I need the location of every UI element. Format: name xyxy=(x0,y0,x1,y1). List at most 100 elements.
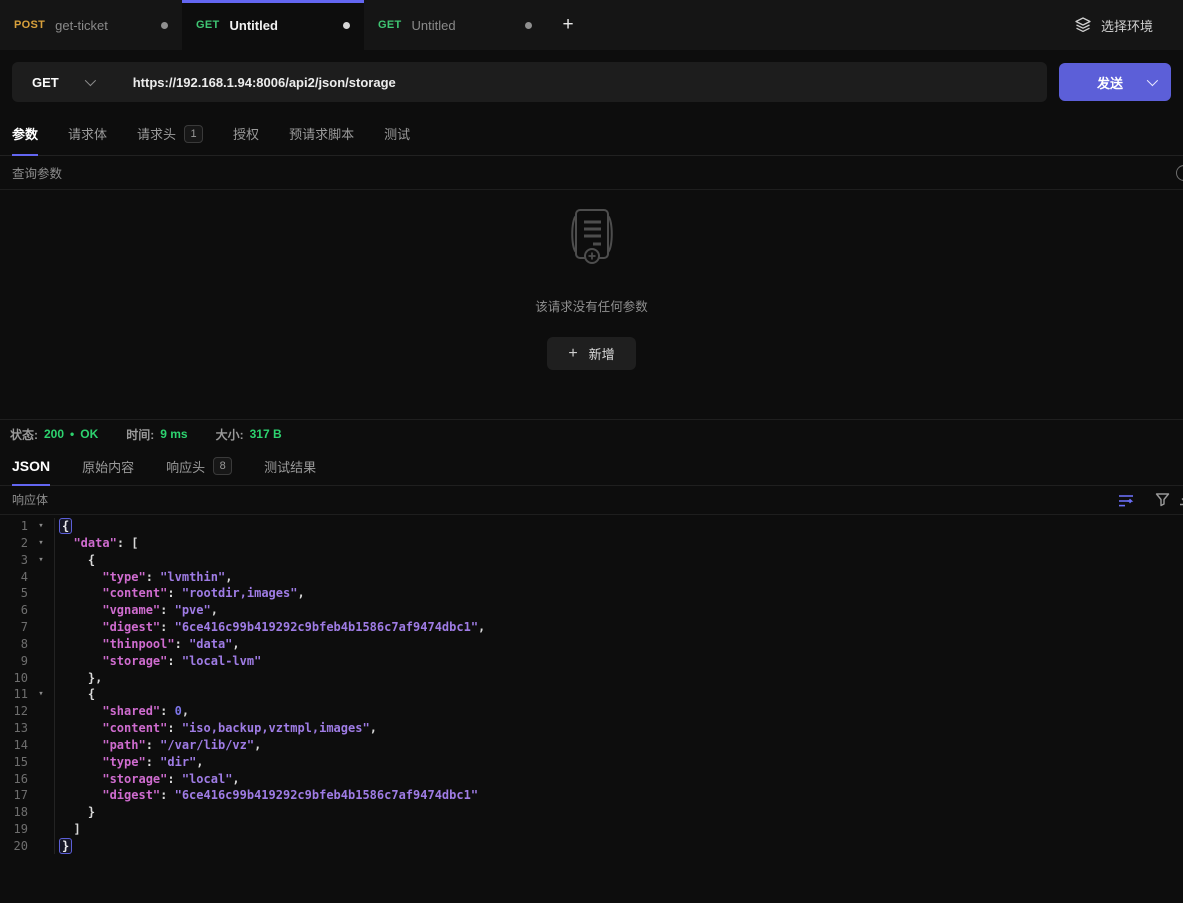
code-lines: 1▾{2▾ "data": [3▾ {4 "type": "lvmthin",5… xyxy=(0,518,1183,855)
line-number: 7 xyxy=(0,620,28,634)
environment-label: 选择环境 xyxy=(1101,16,1153,35)
line-number: 8 xyxy=(0,637,28,651)
line-number: 9 xyxy=(0,654,28,668)
request-tab-untitled-2[interactable]: GET Untitled xyxy=(364,0,546,50)
code-line: 9 "storage": "local-lvm" xyxy=(0,652,1183,669)
environment-selector[interactable]: 选择环境 xyxy=(1074,0,1183,50)
code-content: "type": "lvmthin", xyxy=(54,568,1183,585)
api-client-window: POST get-ticket GET Untitled GET Untitle… xyxy=(0,0,1183,903)
plus-icon: + xyxy=(562,14,573,36)
help-icon[interactable] xyxy=(1176,165,1183,181)
url-container: GET https://192.168.1.94:8006/api2/json/… xyxy=(12,62,1047,102)
tab-response-raw[interactable]: 原始内容 xyxy=(82,448,134,485)
tab-pre-request-script[interactable]: 预请求脚本 xyxy=(289,112,354,155)
request-url-row: GET https://192.168.1.94:8006/api2/json/… xyxy=(0,50,1183,112)
request-tab-get-ticket[interactable]: POST get-ticket xyxy=(0,0,182,50)
chevron-down-icon xyxy=(1147,75,1158,86)
status-label: 状态: xyxy=(10,426,38,443)
code-content: "content": "iso,backup,vztmpl,images", xyxy=(54,720,1183,737)
line-number: 16 xyxy=(0,772,28,786)
code-content: "path": "/var/lib/vz", xyxy=(54,737,1183,754)
fold-arrow-icon[interactable]: ▾ xyxy=(28,555,54,565)
send-button[interactable]: 发送 xyxy=(1059,63,1171,101)
code-line: 12 "shared": 0, xyxy=(0,703,1183,720)
code-line: 2▾ "data": [ xyxy=(0,534,1183,551)
active-tab-accent xyxy=(182,0,364,3)
size-label: 大小: xyxy=(216,426,244,443)
line-number: 11 xyxy=(0,687,28,701)
time-value: 9 ms xyxy=(160,427,187,441)
tab-body[interactable]: 请求体 xyxy=(68,112,107,155)
headers-count-badge: 1 xyxy=(184,125,203,143)
unsaved-dot xyxy=(525,22,532,29)
url-input[interactable]: https://192.168.1.94:8006/api2/json/stor… xyxy=(111,75,396,90)
code-line: 19 ] xyxy=(0,821,1183,838)
line-number: 5 xyxy=(0,586,28,600)
code-content: "digest": "6ce416c99b419292c9bfeb4b1586c… xyxy=(54,619,1183,636)
code-content: "type": "dir", xyxy=(54,753,1183,770)
tab-headers[interactable]: 请求头 1 xyxy=(137,112,203,155)
code-content: { xyxy=(54,551,1183,568)
empty-params-icon xyxy=(564,206,620,268)
tab-response-tests[interactable]: 测试结果 xyxy=(264,448,316,485)
download-icon[interactable] xyxy=(1177,492,1183,513)
code-content: "storage": "local-lvm" xyxy=(54,652,1183,669)
fold-arrow-icon[interactable]: ▾ xyxy=(28,521,54,531)
status-code: 200 xyxy=(44,427,64,441)
filter-icon[interactable] xyxy=(1153,491,1171,509)
code-content: { xyxy=(54,686,1183,703)
response-tabs: JSON 原始内容 响应头 8 测试结果 xyxy=(0,449,1183,486)
tab-response-headers[interactable]: 响应头 8 xyxy=(166,448,232,485)
line-number: 14 xyxy=(0,738,28,752)
layers-icon xyxy=(1074,16,1092,34)
request-tabs-bar: POST get-ticket GET Untitled GET Untitle… xyxy=(0,0,1183,50)
line-number: 2 xyxy=(0,536,28,550)
add-param-button[interactable]: + 新增 xyxy=(547,337,635,370)
request-config-tabs: 参数 请求体 请求头 1 授权 预请求脚本 测试 xyxy=(0,112,1183,156)
line-number: 10 xyxy=(0,671,28,685)
code-content: { xyxy=(54,518,1183,535)
method-label-get: GET xyxy=(196,19,220,31)
line-number: 4 xyxy=(0,570,28,584)
fold-arrow-icon[interactable]: ▾ xyxy=(28,538,54,548)
code-content: ] xyxy=(54,821,1183,838)
request-tab-untitled-active[interactable]: GET Untitled xyxy=(182,0,364,50)
tab-response-json[interactable]: JSON xyxy=(12,448,50,485)
tab-label: 授权 xyxy=(233,124,259,143)
query-params-header: 查询参数 xyxy=(0,156,1183,190)
code-content: "shared": 0, xyxy=(54,703,1183,720)
status-text: OK xyxy=(80,427,98,441)
tab-label: 参数 xyxy=(12,124,38,143)
tab-tests[interactable]: 测试 xyxy=(384,112,410,155)
line-number: 17 xyxy=(0,788,28,802)
code-line: 13 "content": "iso,backup,vztmpl,images"… xyxy=(0,720,1183,737)
unsaved-dot xyxy=(343,22,350,29)
response-json-viewer[interactable]: 1▾{2▾ "data": [3▾ {4 "type": "lvmthin",5… xyxy=(0,515,1183,903)
line-number: 19 xyxy=(0,822,28,836)
send-label: 发送 xyxy=(1059,73,1147,92)
code-line: 8 "thinpool": "data", xyxy=(0,635,1183,652)
code-line: 6 "vgname": "pve", xyxy=(0,602,1183,619)
code-line: 4 "type": "lvmthin", xyxy=(0,568,1183,585)
line-number: 18 xyxy=(0,805,28,819)
response-body-title: 响应体 xyxy=(12,491,48,508)
tab-label: 请求头 xyxy=(137,124,176,143)
tab-label: JSON xyxy=(12,458,50,474)
tab-title: Untitled xyxy=(412,18,456,33)
code-line: 16 "storage": "local", xyxy=(0,770,1183,787)
method-select[interactable]: GET xyxy=(12,75,111,90)
new-tab-button[interactable]: + xyxy=(546,0,590,50)
line-number: 3 xyxy=(0,553,28,567)
fold-arrow-icon[interactable]: ▾ xyxy=(28,689,54,699)
tab-auth[interactable]: 授权 xyxy=(233,112,259,155)
response-body-toolbar xyxy=(1117,491,1171,509)
tab-params[interactable]: 参数 xyxy=(12,112,38,155)
code-content: "vgname": "pve", xyxy=(54,602,1183,619)
method-label-post: POST xyxy=(14,19,45,31)
word-wrap-icon[interactable] xyxy=(1117,491,1135,509)
code-line: 1▾{ xyxy=(0,518,1183,535)
code-line: 3▾ { xyxy=(0,551,1183,568)
code-line: 10 }, xyxy=(0,669,1183,686)
unsaved-dot xyxy=(161,22,168,29)
response-headers-count-badge: 8 xyxy=(213,457,232,475)
